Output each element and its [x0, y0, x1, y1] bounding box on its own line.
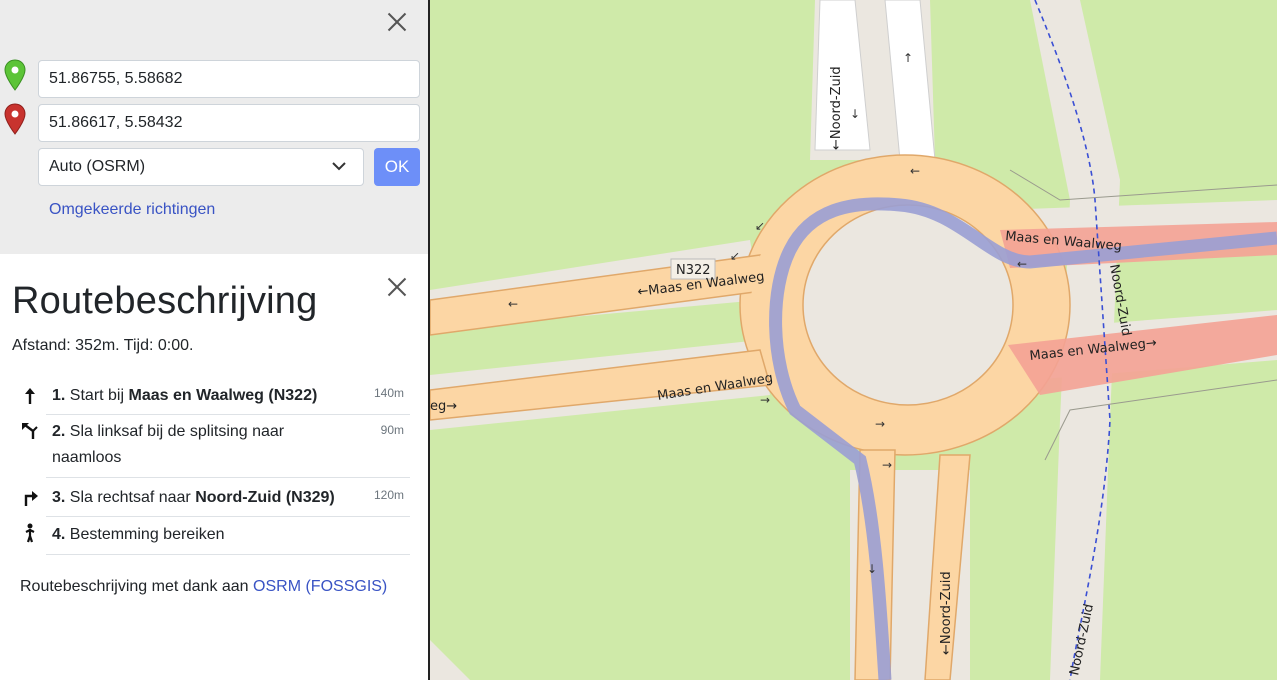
svg-text:↓: ↓	[850, 107, 860, 121]
step-number: 1.	[52, 387, 66, 404]
svg-text:←: ←	[910, 164, 920, 178]
ok-button[interactable]: OK	[374, 148, 420, 186]
chevron-down-icon	[332, 162, 346, 171]
straight-arrow-icon	[25, 388, 35, 404]
from-input[interactable]: 51.86755, 5.58682	[38, 60, 420, 98]
svg-text:↓: ↓	[867, 562, 877, 576]
step-text: Sla rechtsaf naar	[69, 489, 196, 506]
routing-engine-select[interactable]: Auto (OSRM)	[38, 148, 364, 186]
credit-text: Routebeschrijving met dank aan OSRM (FOS…	[20, 578, 387, 596]
step-number: 4.	[52, 526, 66, 543]
sidebar: 51.86755, 5.58682 51.86617, 5.58432 Auto…	[0, 0, 428, 680]
step-text: Start bij	[69, 387, 129, 404]
route-summary: Afstand: 352m. Tijd: 0:00.	[12, 337, 194, 354]
step-distance: 90m	[380, 423, 404, 437]
svg-text:→: →	[875, 417, 885, 431]
svg-text:↑: ↑	[903, 51, 913, 65]
map-view[interactable]: N322 ←Maas en Waalweg Maas en Waalweg Ma…	[430, 0, 1277, 680]
svg-text:↙: ↙	[730, 249, 740, 263]
reverse-directions-link[interactable]: Omgekeerde richtingen	[49, 201, 215, 219]
svg-text:↙: ↙	[755, 219, 765, 233]
fork-left-icon	[22, 423, 38, 439]
step-distance: 120m	[373, 488, 404, 502]
step-number: 2.	[52, 423, 66, 440]
routing-engine-value: Auto (OSRM)	[49, 158, 146, 175]
step-road: Noord-Zuid (N329)	[195, 489, 335, 506]
close-search-icon[interactable]	[386, 11, 408, 33]
step-text: Bestemming bereiken	[69, 526, 225, 543]
label-noord-zuid-south: ←Noord-Zuid	[939, 571, 954, 655]
label-maas-w: eg→	[430, 399, 457, 414]
destination-person-icon	[25, 523, 35, 543]
label-noord-zuid-north: ←Noord-Zuid	[829, 66, 844, 150]
svg-text:→: →	[882, 458, 892, 472]
map-canvas[interactable]: N322 ←Maas en Waalweg Maas en Waalweg Ma…	[430, 0, 1277, 680]
step-number: 3.	[52, 489, 66, 506]
step-text: Sla linksaf bij de splitsing naar naamlo…	[52, 423, 285, 466]
directions-title: Routebeschrijving	[12, 280, 318, 322]
step-road: Maas en Waalweg (N322)	[128, 387, 318, 404]
svg-text:←: ←	[1017, 257, 1027, 271]
turn-right-icon	[24, 491, 38, 506]
step-distance: 140m	[373, 386, 404, 400]
start-marker-icon	[4, 59, 26, 91]
divider	[46, 477, 410, 478]
svg-text:→: →	[760, 393, 770, 407]
credit-prefix: Routebeschrijving met dank aan	[20, 578, 254, 595]
to-input[interactable]: 51.86617, 5.58432	[38, 104, 420, 142]
svg-text:←: ←	[508, 297, 518, 311]
route-search-panel: 51.86755, 5.58682 51.86617, 5.58432 Auto…	[0, 0, 428, 254]
osrm-link[interactable]: OSRM (FOSSGIS)	[253, 578, 387, 595]
end-marker-icon	[4, 103, 26, 135]
divider	[46, 414, 410, 415]
close-directions-icon[interactable]	[386, 276, 408, 298]
divider	[46, 516, 410, 517]
divider	[46, 554, 410, 555]
